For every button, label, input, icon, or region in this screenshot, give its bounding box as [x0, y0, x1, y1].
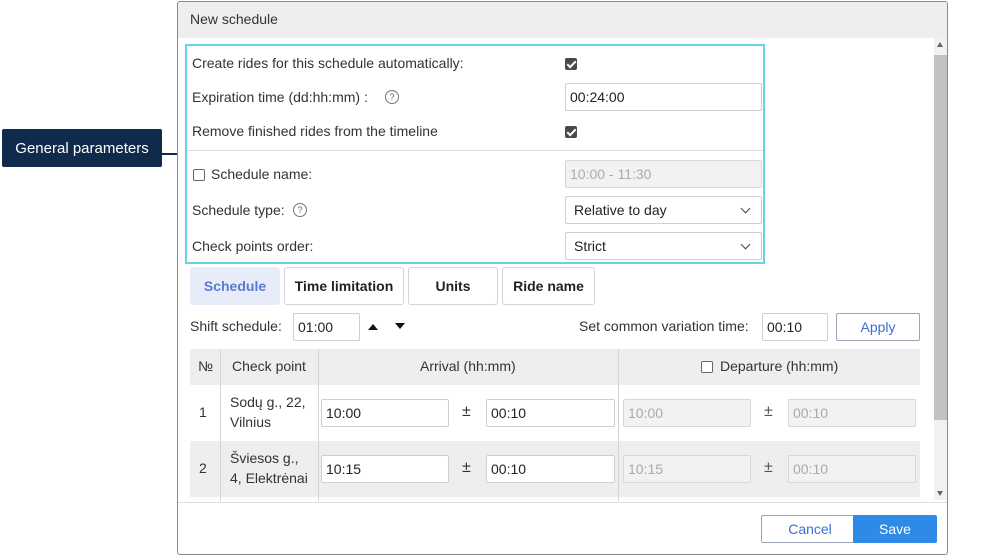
expiration-time-input[interactable]: 00:24:00 [565, 83, 762, 111]
row-2-arrival-input[interactable]: 10:15 [321, 455, 449, 483]
footer-divider [178, 502, 947, 503]
expiration-help-icon[interactable]: ? [385, 90, 399, 104]
schedule-type-value: Relative to day [574, 202, 667, 218]
schedule-name-checkbox[interactable] [193, 169, 205, 181]
tab-ride-name[interactable]: Ride name [502, 267, 595, 305]
column-divider [318, 349, 319, 501]
chevron-down-icon [740, 203, 751, 214]
shift-up-arrow-icon[interactable] [368, 324, 378, 330]
departure-checkbox[interactable] [701, 361, 713, 373]
check-points-order-select[interactable]: Strict [565, 232, 762, 260]
dialog-title: New schedule [190, 11, 278, 27]
remove-finished-label: Remove finished rides from the timeline [192, 123, 438, 139]
schedule-type-help-icon[interactable]: ? [293, 203, 307, 217]
row-2-departure-pm: ± [764, 459, 773, 476]
variation-time-label: Set common variation time: [579, 318, 749, 334]
header-departure: Departure (hh:mm) [720, 358, 839, 374]
row-2-departure-variation-input[interactable]: 00:10 [788, 455, 916, 483]
cancel-button[interactable]: Cancel [761, 515, 859, 543]
schedule-type-select[interactable]: Relative to day [565, 196, 762, 224]
row-1-arrival-variation-input[interactable]: 00:10 [486, 399, 615, 427]
auto-create-label: Create rides for this schedule automatic… [192, 55, 464, 71]
row-2-departure-input[interactable]: 10:15 [623, 455, 751, 483]
chevron-down-icon [740, 239, 751, 250]
schedule-type-label: Schedule type: [192, 202, 285, 218]
new-schedule-dialog: New schedule Create rides for this sched… [177, 1, 948, 555]
header-check-point: Check point [232, 358, 306, 374]
row-1-check-point-line2: Vilnius [230, 414, 271, 430]
check-points-order-value: Strict [574, 238, 606, 254]
check-points-order-label: Check points order: [192, 238, 314, 254]
row-1-arrival-input[interactable]: 10:00 [321, 399, 449, 427]
apply-button[interactable]: Apply [836, 313, 920, 341]
row-1-departure-pm: ± [764, 403, 773, 420]
row-1-check-point-line1: Sodų g., 22, [230, 394, 306, 410]
shift-down-arrow-icon[interactable] [395, 323, 405, 329]
row-1-arrival-pm: ± [462, 403, 471, 420]
tab-time-limitation[interactable]: Time limitation [284, 267, 404, 305]
scroll-down-arrow-icon[interactable] [937, 491, 943, 496]
schedule-name-input[interactable]: 10:00 - 11:30 [565, 160, 762, 188]
auto-create-checkbox[interactable] [565, 58, 577, 70]
shift-schedule-input[interactable]: 01:00 [293, 313, 360, 341]
section-divider [187, 150, 763, 151]
column-divider [618, 349, 619, 501]
vertical-scrollbar[interactable] [934, 38, 947, 500]
scroll-thumb[interactable] [934, 55, 947, 420]
row-2-number: 2 [199, 460, 207, 476]
expiration-label: Expiration time (dd:hh:mm) : [192, 89, 368, 105]
general-parameters-section: Create rides for this schedule automatic… [185, 44, 765, 264]
save-button[interactable]: Save [853, 515, 937, 543]
tab-units[interactable]: Units [408, 267, 498, 305]
callout-label: General parameters [15, 139, 149, 157]
header-arrival: Arrival (hh:mm) [420, 358, 516, 374]
remove-finished-checkbox[interactable] [565, 126, 577, 138]
header-number: № [198, 358, 214, 374]
dialog-header: New schedule [178, 2, 947, 38]
row-1-departure-input[interactable]: 10:00 [623, 399, 751, 427]
tab-schedule[interactable]: Schedule [190, 267, 280, 305]
row-2-arrival-variation-input[interactable]: 00:10 [486, 455, 615, 483]
row-1-departure-variation-input[interactable]: 00:10 [788, 399, 916, 427]
row-2-check-point-line2: 4, Elektrėnai [230, 470, 308, 486]
row-2-arrival-pm: ± [462, 459, 471, 476]
scroll-up-arrow-icon[interactable] [937, 42, 943, 47]
column-divider [220, 349, 221, 501]
general-parameters-callout: General parameters [2, 129, 162, 167]
variation-time-input[interactable]: 00:10 [762, 313, 828, 341]
shift-schedule-label: Shift schedule: [190, 318, 282, 334]
row-1-number: 1 [199, 404, 207, 420]
schedule-name-label: Schedule name: [211, 166, 313, 182]
row-2-check-point-line1: Šviesos g., [230, 450, 299, 466]
